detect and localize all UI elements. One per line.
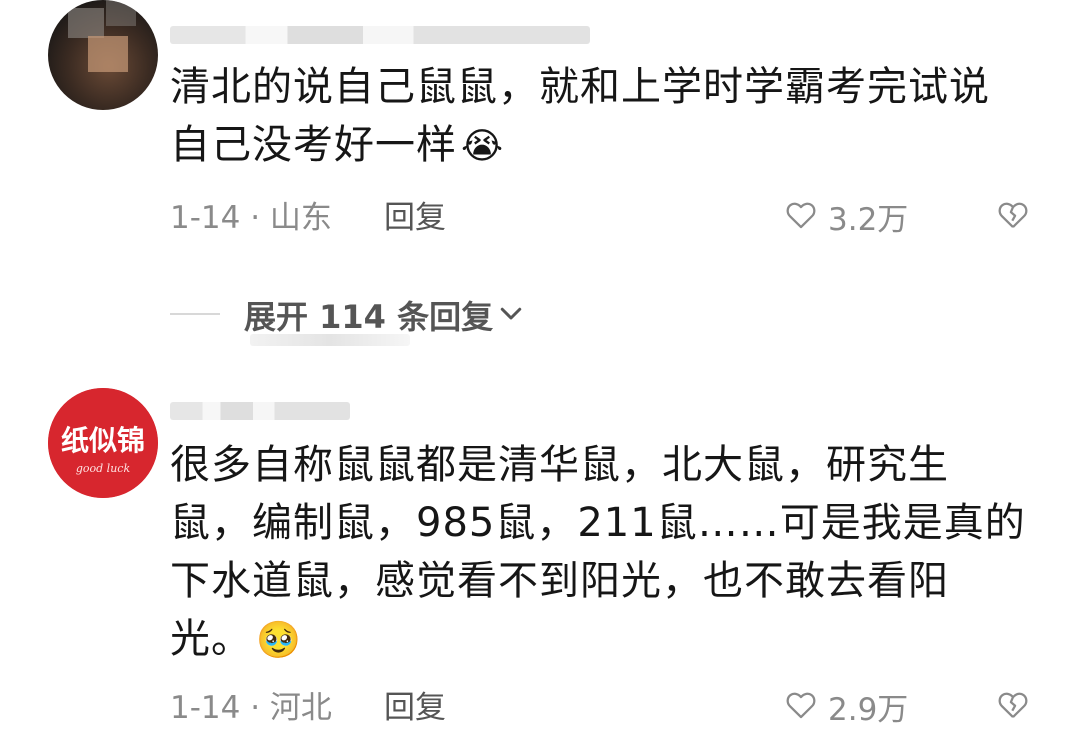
avatar-logo-text: 纸似锦 — [61, 424, 145, 457]
comment-meta: 1-14 · 山东 — [170, 200, 332, 236]
comment-meta: 1-14 · 河北 — [170, 690, 332, 726]
heart-outline-icon[interactable] — [784, 688, 818, 722]
crying-face-emoji: 😭 — [461, 126, 505, 167]
username-blurred[interactable] — [170, 26, 590, 44]
avatar-logo-image: 纸似锦 good luck — [48, 388, 158, 498]
reply-button[interactable]: 回复 — [384, 192, 446, 237]
username-blurred[interactable] — [170, 402, 350, 420]
broken-heart-icon[interactable] — [996, 198, 1030, 232]
avatar-logo-subtext: good luck — [76, 462, 131, 475]
avatar[interactable] — [48, 0, 158, 110]
avatar[interactable]: 纸似锦 good luck — [48, 388, 158, 498]
expand-replies-button[interactable]: 展开 114 条回复 — [0, 290, 1080, 346]
blurred-smudge — [250, 334, 410, 346]
comment-body: 清北的说自己鼠鼠，就和上学时学霸考完试说 自己没考好一样 — [170, 64, 990, 168]
comment-item: 清北的说自己鼠鼠，就和上学时学霸考完试说 自己没考好一样 😭 1-14 · 山东 … — [0, 0, 1080, 260]
comment-text: 很多自称鼠鼠都是清华鼠，北大鼠，研究生 鼠，编制鼠，985鼠，211鼠……可是我… — [170, 436, 1030, 670]
comment-date: 1-14 — [170, 690, 241, 726]
comment-location: 山东 — [269, 200, 332, 236]
comment-location: 河北 — [269, 690, 332, 726]
divider-line — [170, 313, 220, 315]
comment-item: 纸似锦 good luck 很多自称鼠鼠都是清华鼠，北大鼠，研究生 鼠，编制鼠，… — [0, 380, 1080, 742]
expand-replies-label[interactable]: 展开 114 条回复 — [244, 292, 493, 338]
pleading-face-emoji: 🥹 — [256, 620, 302, 661]
like-count: 3.2万 — [828, 202, 909, 238]
reply-button[interactable]: 回复 — [384, 682, 446, 727]
comment-text: 清北的说自己鼠鼠，就和上学时学霸考完试说 自己没考好一样 😭 — [170, 58, 1030, 176]
heart-outline-icon[interactable] — [784, 198, 818, 232]
chevron-down-icon[interactable] — [496, 298, 526, 328]
broken-heart-icon[interactable] — [996, 688, 1030, 722]
comment-date: 1-14 — [170, 200, 241, 236]
like-count: 2.9万 — [828, 692, 909, 728]
